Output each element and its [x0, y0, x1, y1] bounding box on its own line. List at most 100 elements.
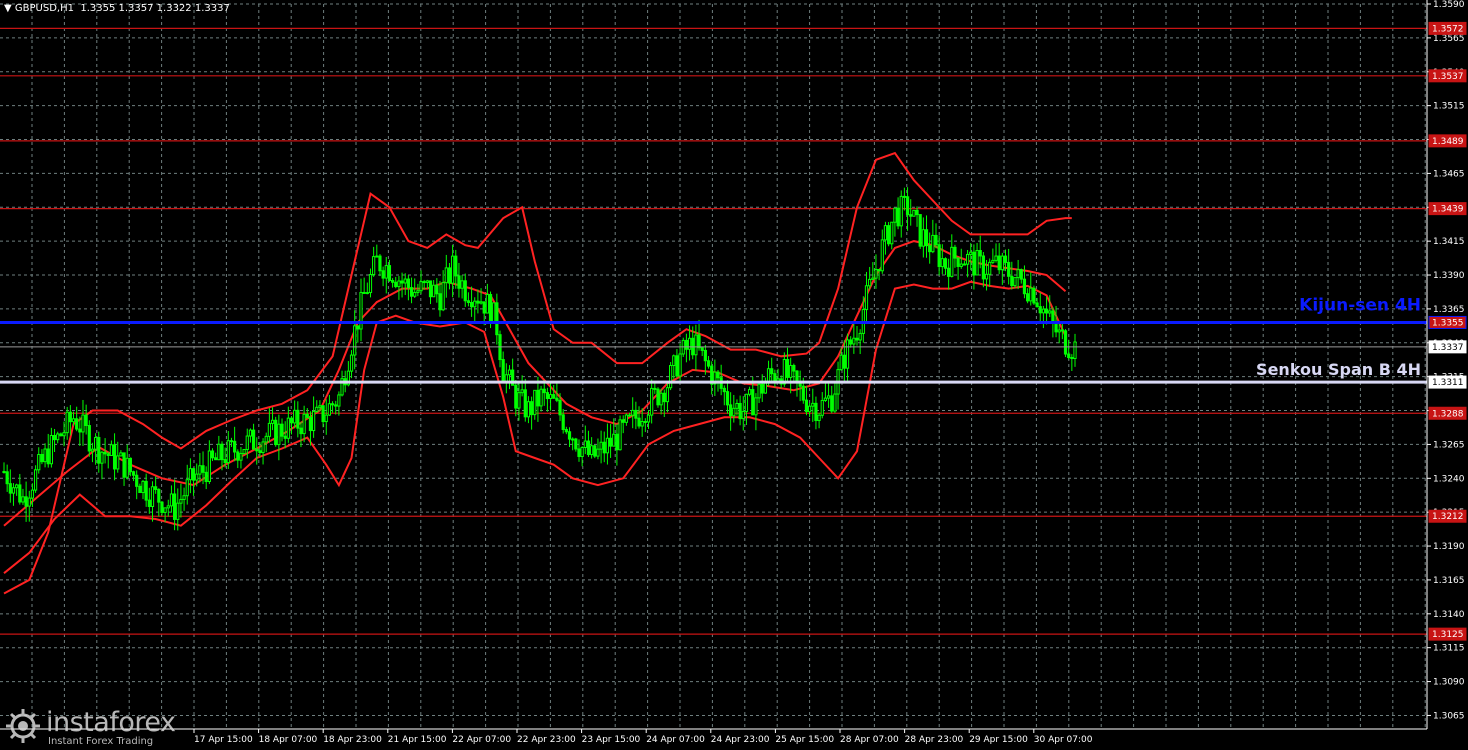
candle-body	[1067, 353, 1071, 358]
candle-body	[81, 414, 85, 433]
candle-body	[817, 414, 821, 421]
candle-body	[229, 440, 234, 443]
senkou-caption: Senkou Span B 4H	[1256, 360, 1421, 379]
candle-body	[915, 209, 919, 216]
candle-body	[52, 435, 57, 441]
candle-body	[185, 479, 189, 497]
candle-body	[754, 397, 758, 416]
candle-body	[482, 301, 486, 314]
candle-body	[97, 437, 101, 464]
candle-body	[637, 417, 641, 427]
candle-body	[984, 273, 989, 280]
candle-body	[845, 339, 850, 369]
candle-body	[157, 488, 161, 503]
level-price-label: 1.3537	[1432, 72, 1464, 82]
candle-body	[334, 404, 338, 407]
candle-body	[596, 448, 600, 457]
candle-body	[160, 501, 164, 513]
header-arrow-icon[interactable]: ▼	[4, 3, 12, 14]
candle-body	[624, 414, 628, 423]
candle-body	[24, 496, 28, 507]
candle-body	[994, 255, 998, 261]
candle-body	[109, 444, 114, 457]
candle-body	[612, 433, 616, 447]
candle-body	[125, 457, 129, 478]
candle-body	[245, 435, 249, 450]
candle-body	[422, 281, 426, 284]
candle-body	[30, 489, 35, 499]
candle-body	[523, 389, 527, 418]
candle-body	[1048, 310, 1052, 314]
instaforex-logo-icon	[6, 709, 40, 743]
x-tick-label: 21 Apr 15:00	[388, 735, 447, 745]
candle-body	[839, 354, 843, 371]
candle-body	[479, 301, 483, 304]
candle-body	[574, 438, 578, 450]
candle-body	[533, 389, 537, 416]
candle-body	[384, 265, 388, 279]
candle-body	[880, 239, 884, 272]
candle-body	[207, 450, 211, 482]
candle-body	[934, 234, 938, 246]
candle-body	[1029, 287, 1033, 302]
candle-body	[469, 301, 474, 308]
candle-body	[732, 407, 736, 417]
candle-body	[277, 423, 281, 446]
candle-body	[75, 418, 79, 430]
candle-body	[94, 437, 98, 450]
candle-body	[548, 394, 553, 400]
candle-body	[372, 256, 376, 276]
candle-body	[1041, 308, 1046, 314]
candle-body	[485, 294, 489, 314]
candle-body	[425, 280, 429, 283]
candle-body	[251, 429, 256, 450]
candle-body	[675, 355, 679, 377]
candle-body	[447, 267, 452, 284]
candle-body	[37, 454, 41, 471]
candle-body	[353, 325, 357, 356]
candle-body	[463, 280, 467, 302]
candle-body	[608, 437, 613, 447]
candle-body	[950, 246, 954, 277]
candle-body	[242, 448, 246, 455]
candle-body	[236, 451, 240, 461]
level-price-label: 1.3125	[1432, 630, 1464, 640]
candle-body	[416, 290, 420, 293]
candle-body	[571, 438, 575, 441]
candle-body	[15, 484, 19, 489]
candle-body	[1000, 255, 1004, 271]
candle-body	[8, 483, 12, 494]
candle-body	[150, 486, 155, 508]
candle-body	[627, 414, 632, 417]
candle-body	[965, 253, 970, 265]
candle-body	[128, 457, 132, 473]
candle-body	[233, 440, 237, 453]
candle-body	[166, 505, 170, 509]
x-tick-label: 22 Apr 07:00	[452, 735, 511, 745]
candle-body	[188, 468, 193, 481]
candle-body	[536, 389, 540, 407]
price-chart[interactable]: Kijun-sen 4H Senkou Span B 4H 1.3590 1.356…	[0, 0, 1468, 750]
candle-body	[905, 196, 910, 216]
instaforex-watermark: instaforex Instant Forex Trading	[2, 705, 178, 747]
candle-body	[542, 388, 546, 394]
candle-body	[640, 420, 644, 427]
candle-body	[1019, 269, 1023, 280]
level-price-label: 1.3572	[1432, 24, 1464, 34]
y-tick-label: 1.3265	[1433, 440, 1465, 450]
candle-body	[684, 339, 689, 350]
candle-body	[833, 393, 837, 412]
candle-body	[248, 429, 253, 437]
candle-body	[561, 414, 565, 430]
candle-body	[956, 257, 960, 267]
candle-body	[460, 280, 464, 289]
kijun-price-label: 1.3355	[1432, 318, 1464, 328]
level-price-label: 1.3212	[1432, 512, 1464, 522]
candle-body	[27, 497, 31, 507]
candle-body	[163, 507, 167, 513]
candle-body	[18, 484, 22, 503]
symbol-label: GBPUSD,H1	[14, 3, 74, 14]
candle-body	[896, 207, 900, 227]
x-tick-label: 28 Apr 23:00	[905, 735, 964, 745]
candle-body	[492, 302, 496, 324]
